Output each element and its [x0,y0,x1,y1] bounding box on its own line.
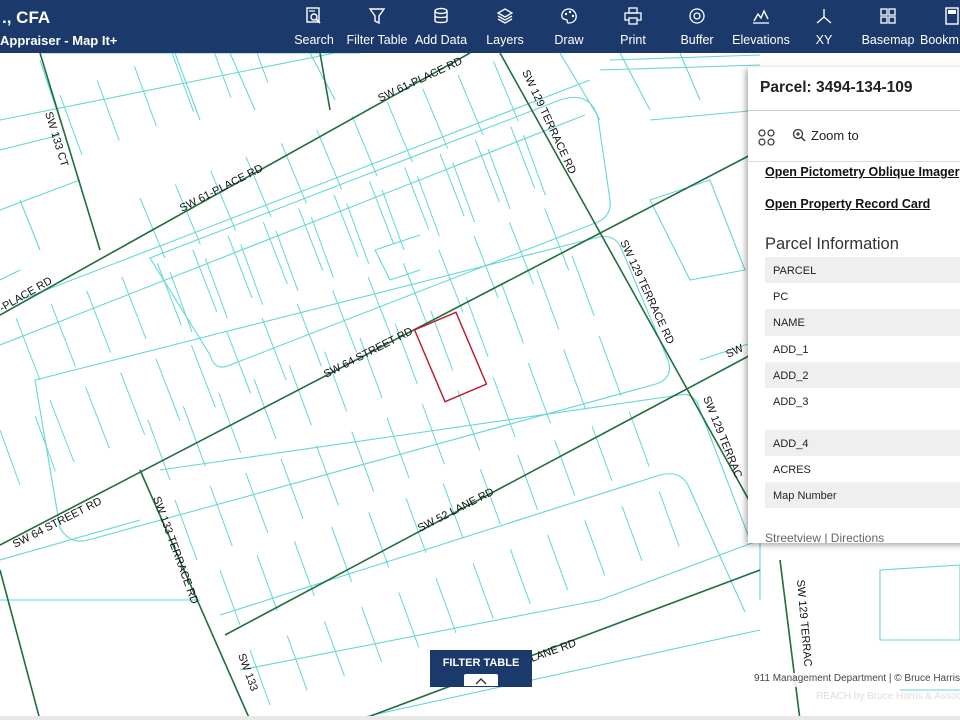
popup-title: Parcel: 3494-134-109 [760,79,913,96]
footer-strip [0,716,960,720]
search-button[interactable]: Search [292,0,336,53]
road-label: SW 64 STREET RD [11,495,104,550]
road-label: SW 133 [235,652,260,693]
xy-button[interactable]: XY [804,0,844,53]
field-label: ACRES [773,464,811,476]
section-title: Parcel Information [765,235,899,253]
field-label: Map Number [773,490,837,502]
buffer-button[interactable]: Buffer [675,0,719,53]
road-label: SW 129 TERRACE RD [519,68,578,176]
app-title-line1: ., CFA [2,8,51,27]
field-label: ADD_4 [773,438,809,450]
buffer-label: Buffer [680,33,714,47]
table-row: ACRES [765,456,960,482]
filter-icon [368,7,386,30]
grid-actions-icon[interactable] [758,129,776,147]
layers-label: Layers [486,33,524,47]
xy-label: XY [815,33,833,47]
map-attribution-secondary: REACH by Bruce Harris & Associates [816,691,960,702]
database-icon [432,7,450,30]
bookmarks-label: Bookm [920,33,959,47]
parcel-popup: Parcel: 3494-134-109 Zoom to Open Pictom… [748,67,960,543]
draw-button[interactable]: Draw [547,0,591,53]
table-row: ADD_2 [765,362,960,388]
road-label: SW 61-PLACE RD [178,162,265,214]
table-row: ADD_3 [765,388,960,430]
road-label: LANE RD [529,637,578,665]
road-label: SW [724,342,746,361]
top-toolbar: ., CFA Appraiser - Map It+ Search Filter… [0,0,960,53]
table-row: ADD_1 [765,336,960,362]
road-label: SW 64 STREET RD [322,325,415,380]
filter-table-label: Filter Table [346,33,408,47]
filter-table-tab-label: FILTER TABLE [442,657,520,669]
zoom-to-button[interactable]: Zoom to [792,128,859,143]
add-data-label: Add Data [414,33,468,47]
print-button[interactable]: Print [611,0,655,53]
field-label: PARCEL [773,265,817,277]
parcel-lot-lines [0,53,680,706]
field-label: ADD_1 [773,344,809,356]
bookmarks-button[interactable]: Bookm [920,0,960,53]
road-label: SW 129 TERRACE RD [617,238,676,346]
divider [748,110,960,111]
layers-button[interactable]: Layers [483,0,527,53]
divider [748,161,960,162]
print-label: Print [620,33,646,47]
basemap-button[interactable]: Basemap [860,0,916,53]
map-attribution: 911 Management Department | © Bruce Harr… [754,673,960,687]
field-label: PC [773,291,789,303]
popup-actions: Zoom to [748,119,960,155]
selected-parcel[interactable] [413,311,488,403]
field-label: ADD_3 [773,396,809,408]
chevron-up-icon [464,674,498,686]
streetview-directions-link[interactable]: Streetview | Directions [765,531,884,543]
table-row: Map Number [765,482,960,508]
app-title-line2: Appraiser - Map It+ [0,33,118,48]
filter-table-toggle[interactable]: FILTER TABLE [430,650,532,687]
bookmark-icon [944,7,960,30]
road-label: SW 129 TERRAC [794,579,814,667]
parcel-info-table: PARCEL PC NAME ADD_1 ADD_2 ADD_3 ADD_4 A… [765,257,960,508]
road-label: -PLACE RD [0,275,54,315]
pictometry-link[interactable]: Open Pictometry Oblique Imagery [765,165,960,179]
draw-label: Draw [554,33,584,47]
filter-table-button[interactable]: Filter Table [344,0,410,53]
table-row: PARCEL [765,257,960,283]
basemap-label: Basemap [861,33,915,47]
table-row: ADD_4 [765,430,960,456]
search-icon [305,7,323,30]
field-label: ADD_2 [773,370,809,382]
table-row: NAME [765,309,960,336]
zoom-to-label: Zoom to [811,128,859,143]
basemap-grid-icon [879,7,897,30]
zoom-in-icon [792,128,806,142]
property-record-link[interactable]: Open Property Record Card [765,197,930,211]
table-row: PC [765,283,960,309]
layers-icon [496,7,514,30]
field-label: NAME [773,317,805,329]
road-label: SW 61-PLACE RD [376,55,464,105]
printer-icon [624,7,642,30]
search-label: Search [294,33,334,47]
elevations-label: Elevations [732,33,790,47]
palette-icon [560,7,578,30]
elevations-button[interactable]: Elevations [730,0,792,53]
buffer-icon [688,7,706,30]
elevation-chart-icon [752,7,770,30]
add-data-button[interactable]: Add Data [413,0,469,53]
xy-axes-icon [815,7,833,30]
road-label: SW 52 LANE RD [416,486,496,535]
